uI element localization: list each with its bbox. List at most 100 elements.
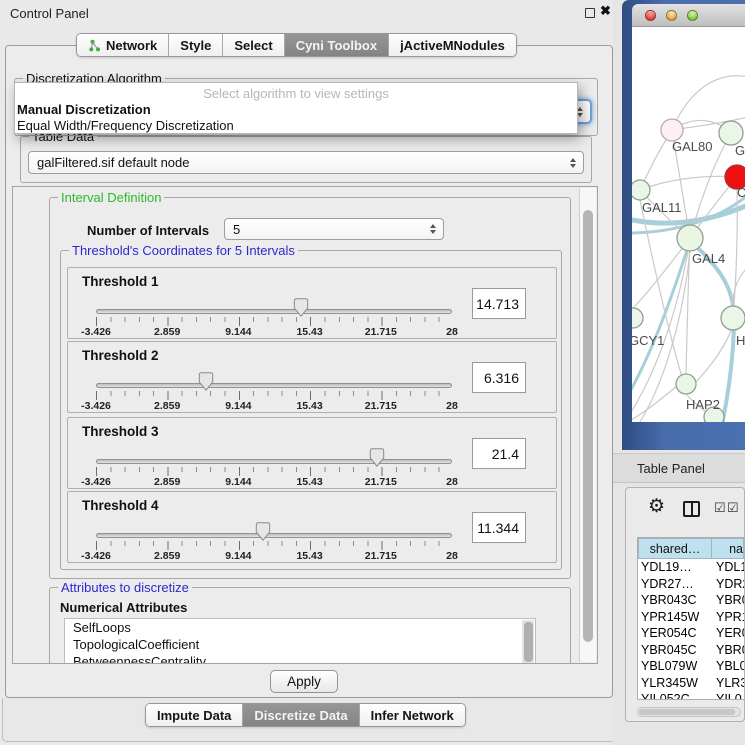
settings-scrollbar-thumb[interactable] <box>583 210 593 642</box>
node-gal80[interactable] <box>661 119 683 141</box>
float-icon[interactable] <box>585 8 595 18</box>
table-hscrollbar-thumb[interactable] <box>639 709 735 715</box>
major-ticks <box>96 391 453 400</box>
threshold-value-field[interactable]: 6.316 <box>472 362 526 393</box>
table-row[interactable]: YBR043CYBR0 <box>638 592 744 609</box>
threshold-value-field[interactable]: 14.713 <box>472 288 526 319</box>
table-cell[interactable]: YBR0 <box>712 642 744 659</box>
top-tab-bar: Network Style Select Cyni Toolbox jActiv… <box>76 33 517 57</box>
node-label: GCY1 <box>632 333 664 348</box>
table-data-select[interactable]: galFiltered.sif default node <box>28 151 584 174</box>
group-label: Attributes to discretize <box>58 580 192 595</box>
table-cell[interactable]: YIL052C <box>638 691 712 700</box>
dropdown-option-equal-width[interactable]: Equal Width/Frequency Discretization <box>17 118 575 134</box>
table-cell[interactable]: YLR3 <box>712 675 744 692</box>
table-row[interactable]: YER054CYER0 <box>638 625 744 642</box>
threshold-slider[interactable]: -3.4262.8599.14415.4321.71528 <box>96 418 452 490</box>
tab-infer-network[interactable]: Infer Network <box>360 704 465 726</box>
node-gal4[interactable] <box>677 225 703 251</box>
numerical-attributes-list[interactable]: SelfLoopsTopologicalCoefficientBetweenne… <box>64 618 536 664</box>
tab-network[interactable]: Network <box>77 34 169 56</box>
slider-track[interactable] <box>96 533 452 538</box>
column-header-shared-name[interactable]: shared… <box>638 538 712 559</box>
table-row[interactable]: YDL19…YDL1 <box>638 559 744 576</box>
table-row[interactable]: YIL052CYIL0 <box>638 691 744 700</box>
table-cell[interactable]: YDL19… <box>638 559 712 576</box>
table-cell[interactable]: YBR045C <box>638 642 712 659</box>
attribute-list-item[interactable]: TopologicalCoefficient <box>65 636 535 653</box>
tick-label: -3.426 <box>81 476 111 488</box>
slider-handle[interactable] <box>256 522 271 541</box>
table-cell[interactable]: YPR145W <box>638 609 712 626</box>
table-cell[interactable]: YIL0 <box>712 691 744 700</box>
settings-scrollbar[interactable] <box>579 188 596 662</box>
node-h[interactable] <box>721 306 745 330</box>
column-header-name[interactable]: na <box>712 538 744 559</box>
network-canvas[interactable]: GAL80 GA C GAL11 GAL4 GCY1 H HAP2 <box>632 27 745 422</box>
threshold-slider[interactable]: -3.4262.8599.14415.4321.71528 <box>96 492 452 564</box>
table-row[interactable]: YBR045CYBR0 <box>638 642 744 659</box>
table-cell[interactable]: YER0 <box>712 625 744 642</box>
checkbox-icon-1[interactable]: ☑ <box>714 501 726 514</box>
slider-track[interactable] <box>96 459 452 464</box>
table-cell[interactable]: YBL0 <box>712 658 744 675</box>
list-scrollbar-thumb[interactable] <box>524 622 533 662</box>
checkbox-icon-2[interactable]: ☑ <box>727 501 739 514</box>
table-cell[interactable]: YER054C <box>638 625 712 642</box>
table-cell[interactable]: YBL079W <box>638 658 712 675</box>
node-hap2[interactable] <box>676 374 696 394</box>
group-label: Interval Definition <box>58 190 164 205</box>
tick-label: -3.426 <box>81 550 111 562</box>
slider-handle[interactable] <box>199 372 214 391</box>
close-icon[interactable]: ✖ <box>600 3 611 19</box>
slider-handle[interactable] <box>294 298 309 317</box>
attribute-list-item[interactable]: BetweennessCentrality <box>65 653 535 664</box>
tab-impute-data[interactable]: Impute Data <box>146 704 243 726</box>
threshold-value-field[interactable]: 11.344 <box>472 512 526 543</box>
thresholds-group: Threshold's Coordinates for 5 Intervals … <box>60 250 562 570</box>
table-cell[interactable]: YBR0 <box>712 592 744 609</box>
apply-button[interactable]: Apply <box>270 670 338 693</box>
network-graph[interactable] <box>632 27 745 422</box>
node-gcy1[interactable] <box>632 308 643 328</box>
table-row[interactable]: YLR345WYLR3 <box>638 675 744 692</box>
table-cell[interactable]: YBR043C <box>638 592 712 609</box>
table-row[interactable]: YDR27…YDR2 <box>638 576 744 593</box>
slider-track[interactable] <box>96 383 452 388</box>
zoom-traffic-light-icon[interactable] <box>687 10 698 21</box>
tab-select[interactable]: Select <box>223 34 284 56</box>
num-intervals-select[interactable]: 5 <box>224 218 444 240</box>
split-view-icon[interactable] <box>683 501 700 517</box>
tab-label: Select <box>234 38 272 53</box>
threshold-slider[interactable]: -3.4262.8599.14415.4321.71528 <box>96 342 452 414</box>
tab-jactivemnodules[interactable]: jActiveMNodules <box>389 34 516 56</box>
node-ga[interactable] <box>719 121 743 145</box>
threshold-value-field[interactable]: 21.4 <box>472 438 526 469</box>
node-label: GAL11 <box>642 200 682 215</box>
network-window-titlebar[interactable] <box>632 4 745 27</box>
table-rows: YDL19…YDL1YDR27…YDR2YBR043CYBR0YPR145WYP… <box>638 559 744 700</box>
list-scrollbar[interactable] <box>522 620 534 664</box>
threshold-slider[interactable]: -3.4262.8599.14415.4321.71528 <box>96 268 452 340</box>
tab-discretize-data[interactable]: Discretize Data <box>243 704 359 726</box>
table-cell[interactable]: YLR345W <box>638 675 712 692</box>
table-cell[interactable]: YDR2 <box>712 576 744 593</box>
table-row[interactable]: YPR145WYPR1 <box>638 609 744 626</box>
attribute-list-item[interactable]: SelfLoops <box>65 619 535 636</box>
slider-track[interactable] <box>96 309 452 314</box>
dropdown-option-manual[interactable]: Manual Discretization <box>17 102 575 118</box>
minimize-traffic-light-icon[interactable] <box>666 10 677 21</box>
table-row[interactable]: YBL079WYBL0 <box>638 658 744 675</box>
tick-label: -3.426 <box>81 400 111 412</box>
node-gal11[interactable] <box>632 180 650 200</box>
gear-icon[interactable]: ⚙ <box>648 497 665 516</box>
slider-handle[interactable] <box>370 448 385 467</box>
close-traffic-light-icon[interactable] <box>645 10 656 21</box>
tab-style[interactable]: Style <box>169 34 223 56</box>
tab-cyni-toolbox[interactable]: Cyni Toolbox <box>285 34 389 56</box>
table-cell[interactable]: YPR1 <box>712 609 744 626</box>
tick-labels: -3.4262.8599.14415.4321.71528 <box>96 476 452 488</box>
table-cell[interactable]: YDR27… <box>638 576 712 593</box>
table-hscrollbar[interactable] <box>637 707 741 717</box>
table-cell[interactable]: YDL1 <box>712 559 744 576</box>
